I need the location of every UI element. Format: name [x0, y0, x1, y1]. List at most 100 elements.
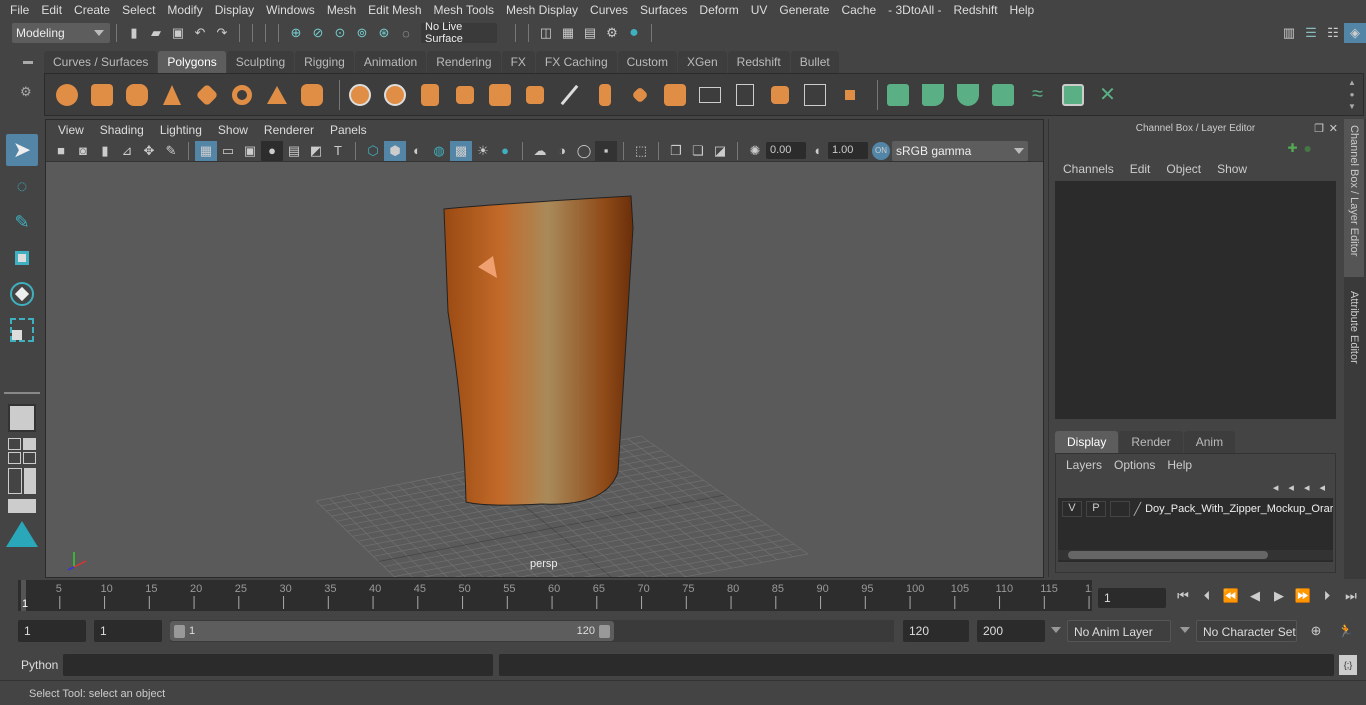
viewport-menu-renderer[interactable]: Renderer [256, 123, 322, 137]
range-start-handle[interactable] [174, 624, 185, 638]
layer-display-type-toggle[interactable] [1109, 501, 1130, 517]
poly-cube-icon[interactable] [88, 81, 115, 108]
poly-pipe-icon[interactable] [298, 81, 325, 108]
viewport-scene[interactable]: persp [46, 162, 1043, 577]
hypershade-icon[interactable]: ● [623, 23, 645, 43]
move-layer-up-icon[interactable]: ◂ [1273, 481, 1279, 494]
smooth-icon[interactable] [451, 81, 478, 108]
menu-cache[interactable]: Cache [835, 3, 882, 17]
playback-end-field[interactable]: 120 [903, 620, 969, 642]
material-blinn-icon[interactable] [954, 81, 981, 108]
snap-grid-icon[interactable]: ⊕ [285, 23, 307, 43]
move-tool-icon[interactable] [6, 242, 38, 274]
anti-aliasing-icon[interactable]: ◯ [573, 141, 595, 161]
camera-select-icon[interactable]: ■ [50, 141, 72, 161]
viewport-menu-lighting[interactable]: Lighting [152, 123, 210, 137]
viewport-menu-show[interactable]: Show [210, 123, 256, 137]
go-to-start-icon[interactable]: ⏮ [1172, 586, 1194, 606]
snap-live-icon[interactable]: ◌ [395, 23, 417, 43]
separate-icon[interactable] [381, 81, 408, 108]
bridge-icon[interactable] [626, 81, 653, 108]
menu-edit[interactable]: Edit [35, 3, 68, 17]
shelf-tab-rendering[interactable]: Rendering [427, 51, 501, 73]
menu-windows[interactable]: Windows [260, 3, 321, 17]
four-view-layout-icon[interactable] [6, 438, 38, 464]
current-frame-field[interactable]: 1 [1098, 588, 1166, 608]
shelf-tab-animation[interactable]: Animation [354, 51, 427, 73]
screen-space-ao-icon[interactable]: ☁ [529, 141, 551, 161]
select-tool-icon[interactable]: ➤ [6, 134, 38, 166]
shelf-tab-curves-surfaces[interactable]: Curves / Surfaces [44, 51, 158, 73]
close-panel-icon[interactable]: ✕ [1329, 122, 1338, 135]
texture-editor-icon[interactable] [1059, 81, 1086, 108]
side-tab-channel-box[interactable]: Channel Box / Layer Editor [1344, 119, 1364, 277]
channel-menu-show[interactable]: Show [1209, 162, 1255, 176]
menu-curves[interactable]: Curves [584, 3, 634, 17]
hud-icon[interactable]: ◪ [709, 141, 731, 161]
shelf-tab-bullet[interactable]: Bullet [790, 51, 839, 73]
time-slider[interactable]: 1 5 10 15 20 25 30 35 40 45 50 55 60 65 70 75 80 85 90 95 10… [18, 580, 1097, 611]
new-layer-selected-icon[interactable]: ◂ [1319, 481, 1325, 494]
2d-pan-zoom-icon[interactable]: ✥ [138, 141, 160, 161]
viewport-panel[interactable]: View Shading Lighting Show Renderer Panels ■ … [45, 119, 1044, 578]
tool-settings-toggle-icon[interactable]: ☷ [1322, 23, 1344, 43]
combine-icon[interactable] [346, 81, 373, 108]
menu-generate[interactable]: Generate [773, 3, 835, 17]
shelf-tab-rigging[interactable]: Rigging [295, 51, 354, 73]
material-assign-icon[interactable] [884, 81, 911, 108]
range-end-handle[interactable] [599, 624, 610, 638]
open-scene-icon[interactable]: ▰ [145, 23, 167, 43]
anim-layer-dropdown-icon[interactable] [1051, 627, 1061, 633]
menu-display[interactable]: Display [209, 3, 260, 17]
shelf-tab-xgen[interactable]: XGen [677, 51, 727, 73]
multi-cut-icon[interactable] [556, 81, 583, 108]
shelf-tab-polygons[interactable]: Polygons [158, 51, 226, 73]
layer-row[interactable]: V P ╱ Doy_Pack_With_Zipper_Mockup_Orar [1058, 498, 1333, 520]
next-key-icon[interactable]: ⏩ [1292, 586, 1314, 606]
outliner-layout-icon[interactable] [6, 468, 38, 494]
shelf-menu-icon[interactable] [23, 61, 33, 64]
gamma-icon[interactable]: ◖ [806, 141, 828, 161]
lasso-tool-icon[interactable]: ◌ [6, 170, 38, 202]
wireframe-on-shaded-icon[interactable]: ◐ [406, 141, 428, 161]
menu-select[interactable]: Select [116, 3, 161, 17]
grease-pencil-icon[interactable]: ✎ [160, 141, 182, 161]
exposure-icon[interactable]: ✺ [744, 141, 766, 161]
live-surface-field[interactable]: No Live Surface [421, 21, 497, 45]
poly-cone-icon[interactable] [158, 81, 185, 108]
layer-menu-help[interactable]: Help [1161, 458, 1198, 472]
isolate-select-icon[interactable]: ⬚ [630, 141, 652, 161]
extrude-icon[interactable] [591, 81, 618, 108]
poly-pyramid-icon[interactable] [263, 81, 290, 108]
scale-tool-icon[interactable] [6, 314, 38, 346]
single-view-layout-icon[interactable] [6, 402, 38, 434]
safe-title-icon[interactable]: T [327, 141, 349, 161]
command-language-label[interactable]: Python [21, 658, 58, 672]
layer-tab-render[interactable]: Render [1119, 431, 1183, 453]
menu-help[interactable]: Help [1004, 3, 1041, 17]
character-set-field[interactable]: No Character Set [1196, 620, 1297, 642]
film-gate-icon[interactable]: ▭ [217, 141, 239, 161]
sync-icon[interactable]: ● [1304, 140, 1312, 156]
attribute-editor-toggle-icon[interactable]: ☰ [1300, 23, 1322, 43]
anim-layer-field[interactable]: No Anim Layer [1067, 620, 1171, 642]
mirror-icon[interactable] [416, 81, 443, 108]
range-slider-track[interactable]: 1 120 [170, 620, 894, 642]
menu-surfaces[interactable]: Surfaces [634, 3, 693, 17]
shelf-tab-fx-caching[interactable]: FX Caching [535, 51, 617, 73]
shelf-tab-custom[interactable]: Custom [617, 51, 677, 73]
shelf-tab-redshift[interactable]: Redshift [727, 51, 790, 73]
doy-pack-model[interactable] [443, 195, 634, 506]
shelf-settings-icon[interactable]: ⚙ [20, 84, 36, 100]
camera-attributes-icon[interactable]: ◙ [72, 141, 94, 161]
menu-edit-mesh[interactable]: Edit Mesh [362, 3, 427, 17]
menu-deform[interactable]: Deform [693, 3, 744, 17]
xray-joints-icon[interactable]: ❐ [665, 141, 687, 161]
poly-sphere-icon[interactable] [53, 81, 80, 108]
shadows-icon[interactable]: ● [494, 141, 516, 161]
boolean-icon[interactable] [486, 81, 513, 108]
snap-view-icon[interactable]: ⊚ [351, 23, 373, 43]
layer-color-swatch[interactable]: ╱ [1134, 502, 1141, 516]
uv-editor-icon[interactable] [836, 81, 863, 108]
channel-menu-object[interactable]: Object [1158, 162, 1209, 176]
